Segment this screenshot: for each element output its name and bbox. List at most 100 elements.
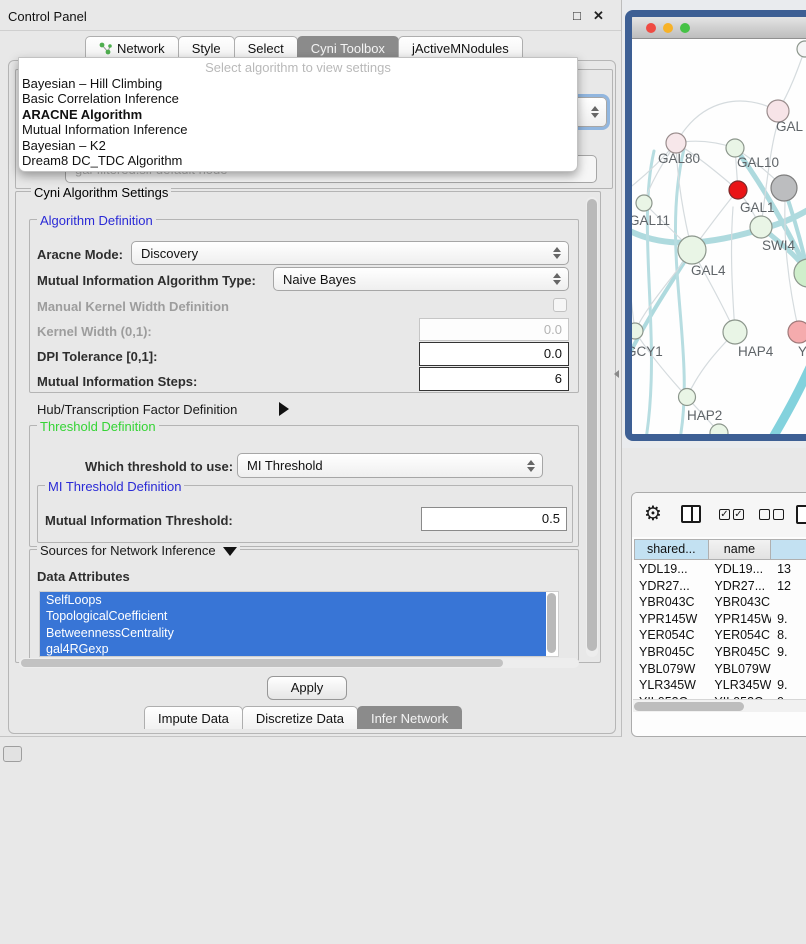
table-cell[interactable]: YPR145W (635, 611, 708, 628)
panel-splitter-collapse-icon[interactable] (614, 370, 619, 378)
mi-threshold-field[interactable]: 0.5 (421, 507, 567, 531)
table-cell[interactable]: 9. (771, 677, 806, 694)
apply-button[interactable]: Apply (267, 676, 347, 700)
network-canvas[interactable]: GALGAL80GAL10GAL1GAL11SWI4GAL4GCY1HAP4YH… (632, 39, 806, 435)
table-cell[interactable]: YDR27... (708, 578, 771, 595)
network-node-pink-right[interactable] (788, 321, 806, 343)
network-node-top-partial[interactable] (797, 41, 806, 57)
mi-steps-field[interactable]: 6 (419, 367, 569, 391)
table-cell[interactable]: YPR145W (708, 611, 771, 628)
table-row[interactable]: YDL19...YDL19...13 (635, 561, 806, 578)
table-cell[interactable] (771, 594, 806, 611)
table-horizontal-scrollbar[interactable] (633, 699, 806, 712)
network-edge[interactable] (632, 267, 635, 331)
attribute-list-item[interactable]: gal4RGexp (40, 641, 546, 657)
table-cell[interactable]: YBR043C (708, 594, 771, 611)
network-node-hap4[interactable] (723, 320, 747, 344)
gear-icon[interactable]: ⚙ (644, 501, 662, 526)
tab-jactivemnodules[interactable]: jActiveMNodules (398, 36, 523, 59)
network-window-titlebar[interactable] (632, 17, 806, 39)
table-row[interactable]: YBR045CYBR045C9. (635, 644, 806, 661)
tab-network[interactable]: Network (85, 36, 179, 59)
attribute-list-item[interactable]: SelfLoops (40, 592, 546, 608)
table-cell[interactable]: YBR045C (708, 644, 771, 661)
attributes-scrollbar-thumb[interactable] (547, 593, 556, 653)
table-hscrollbar-thumb[interactable] (634, 702, 744, 711)
network-edge[interactable] (676, 101, 778, 143)
sources-group-title[interactable]: Sources for Network Inference (37, 543, 240, 558)
settings-vertical-scrollbar[interactable] (586, 197, 598, 657)
table-row[interactable]: YBR043CYBR043C (635, 594, 806, 611)
tab-cyni-toolbox[interactable]: Cyni Toolbox (297, 36, 399, 59)
algorithm-option[interactable]: Bayesian – K2 (19, 138, 577, 153)
table-cell[interactable]: 12 (771, 578, 806, 595)
network-node-gal80[interactable] (666, 133, 686, 153)
kernel-width-field[interactable]: 0.0 (419, 318, 569, 341)
table-cell[interactable]: YBL079W (708, 661, 771, 678)
network-node-hap2[interactable] (679, 389, 696, 406)
unchecked-box-icon[interactable] (759, 509, 770, 520)
table-column-header[interactable]: name (708, 539, 772, 560)
settings-hscrollbar-thumb[interactable] (21, 659, 503, 667)
table-cell[interactable]: YBR043C (635, 594, 708, 611)
table-cell[interactable]: YER054C (635, 627, 708, 644)
float-window-icon[interactable]: □ (573, 8, 581, 23)
manual-kernel-checkbox[interactable] (553, 298, 567, 312)
table-cell[interactable]: 9. (771, 644, 806, 661)
network-edge[interactable] (635, 331, 687, 397)
checked-box-icon[interactable]: ✓ (733, 509, 744, 520)
expand-right-icon[interactable] (279, 402, 289, 416)
table-row[interactable]: YER054CYER054C8. (635, 627, 806, 644)
table-cell[interactable] (771, 661, 806, 678)
table-cell[interactable]: YDR27... (635, 578, 708, 595)
table-cell[interactable]: 13 (771, 561, 806, 578)
aracne-mode-combo[interactable]: Discovery (131, 241, 569, 265)
zoom-traffic-light-icon[interactable] (680, 23, 690, 33)
table-cell[interactable]: YER054C (708, 627, 771, 644)
attribute-list-item[interactable]: TopologicalCoefficient (40, 608, 546, 624)
attribute-list-item[interactable]: BetweennessCentrality (40, 625, 546, 641)
table-cell[interactable]: 8. (771, 627, 806, 644)
settings-horizontal-scrollbar[interactable] (19, 658, 579, 668)
network-node-gal1[interactable] (729, 181, 747, 199)
network-edge[interactable] (635, 250, 692, 331)
algorithm-option[interactable]: Bayesian – Hill Climbing (19, 76, 577, 91)
network-node-gcy1[interactable] (632, 323, 643, 339)
table-cell[interactable]: 9. (771, 611, 806, 628)
collapse-down-icon[interactable] (223, 547, 237, 556)
table-cell[interactable]: YDL19... (635, 561, 708, 578)
unchecked-box-icon[interactable] (773, 509, 784, 520)
checked-box-icon[interactable]: ✓ (719, 509, 730, 520)
table-cell[interactable]: YBL079W (635, 661, 708, 678)
tab-discretize-data[interactable]: Discretize Data (242, 706, 358, 729)
table-cell[interactable]: YLR345W (635, 677, 708, 694)
tab-style[interactable]: Style (178, 36, 235, 59)
split-columns-icon[interactable] (681, 505, 701, 523)
data-attributes-list[interactable]: SelfLoopsTopologicalCoefficientBetweenne… (39, 591, 559, 657)
table-row[interactable]: YLR345WYLR345W9. (635, 677, 806, 694)
settings-scrollbar-thumb[interactable] (587, 199, 597, 651)
network-node-big-right[interactable] (794, 259, 806, 287)
dock-panel-icon[interactable] (3, 746, 22, 762)
tab-impute-data[interactable]: Impute Data (144, 706, 243, 729)
tab-select[interactable]: Select (234, 36, 298, 59)
network-node-gal4[interactable] (678, 236, 706, 264)
which-threshold-combo[interactable]: MI Threshold (237, 453, 543, 478)
mi-algorithm-type-combo[interactable]: Naive Bayes (273, 267, 569, 291)
table-cell[interactable]: YLR345W (708, 677, 771, 694)
close-traffic-light-icon[interactable] (646, 23, 656, 33)
dpi-tolerance-field[interactable]: 0.0 (419, 342, 569, 366)
tab-infer-network[interactable]: Infer Network (357, 706, 462, 729)
table-row[interactable]: YBL079WYBL079W (635, 661, 806, 678)
table-row[interactable]: YPR145WYPR145W9. (635, 611, 806, 628)
table-cell[interactable]: YDL19... (708, 561, 771, 578)
table-cell[interactable]: YBR045C (635, 644, 708, 661)
table-row[interactable]: YDR27...YDR27...12 (635, 578, 806, 595)
algorithm-option[interactable]: ARACNE Algorithm (19, 107, 577, 122)
network-node-gal11[interactable] (636, 195, 652, 211)
minimize-traffic-light-icon[interactable] (663, 23, 673, 33)
network-edge[interactable] (732, 207, 735, 332)
hub-definition-label[interactable]: Hub/Transcription Factor Definition (37, 402, 237, 417)
table-mode-icon[interactable] (796, 505, 806, 524)
close-window-icon[interactable]: ✕ (593, 8, 604, 24)
